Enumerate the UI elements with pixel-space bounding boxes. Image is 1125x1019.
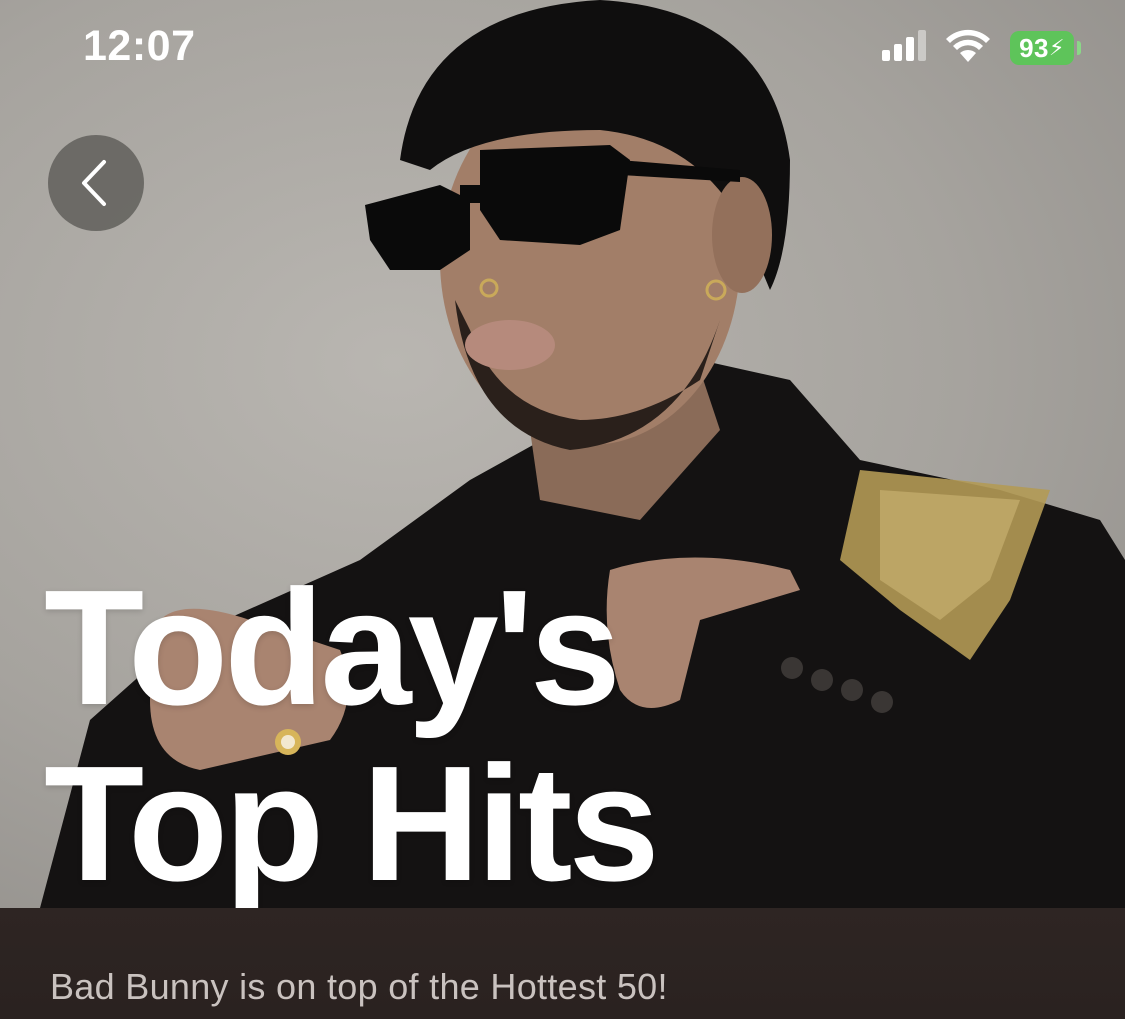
chevron-left-icon xyxy=(82,160,106,206)
playlist-title: Today's Top Hits xyxy=(44,556,660,909)
cellular-signal-icon xyxy=(882,30,926,61)
playlist-title-line1: Today's xyxy=(44,556,621,739)
playlist-cover: 12:07 93 ⚡ Today's Top Hits xyxy=(0,0,1125,908)
battery-nub xyxy=(1077,41,1081,55)
status-bar-time: 12:07 xyxy=(83,22,196,70)
back-button[interactable] xyxy=(48,135,144,231)
wifi-icon xyxy=(946,29,990,62)
playlist-title-line2: Top Hits xyxy=(44,732,660,909)
playlist-description: Bad Bunny is on top of the Hottest 50! xyxy=(50,966,668,1007)
battery-level: 93 xyxy=(1019,32,1049,63)
battery-charging-icon: 93 ⚡ xyxy=(1010,31,1074,65)
charging-bolt-icon: ⚡ xyxy=(1048,35,1065,60)
